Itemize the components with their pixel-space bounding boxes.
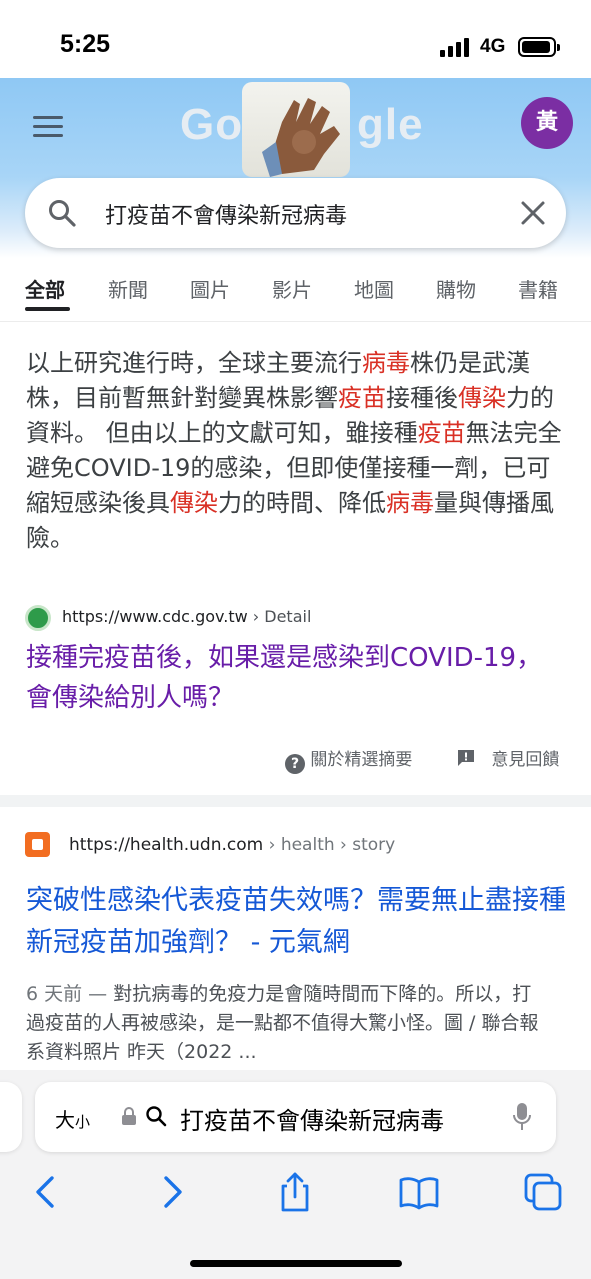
snippet-part: 接種後 [386, 384, 458, 412]
network-type: 4G [480, 36, 506, 57]
account-avatar[interactable]: 黃 [521, 97, 573, 149]
source-url: https://www.cdc.gov.tw [62, 607, 248, 626]
share-icon[interactable] [273, 1170, 317, 1214]
snippet-highlight: 病毒 [386, 489, 434, 517]
udn-favicon-icon [25, 832, 50, 857]
search-box[interactable]: 打疫苗不會傳染新冠病毒 [25, 178, 566, 248]
bookmarks-icon[interactable] [397, 1170, 441, 1214]
tab-videos[interactable]: 影片 [272, 274, 312, 303]
snippet-part: 力的時間、降低 [218, 489, 386, 517]
tab-images[interactable]: 圖片 [190, 274, 230, 303]
tab-all[interactable]: 全部 [25, 274, 65, 303]
feedback-label: 意見回饋 [491, 750, 560, 770]
cdc-favicon-icon [25, 605, 51, 631]
result-url: https://health.udn.com [69, 835, 264, 855]
status-time: 5:25 [60, 30, 111, 58]
search-icon [146, 1106, 167, 1127]
result-title-link[interactable]: 突破性感染代表疫苗失效嗎？需要無止盡接種新冠疫苗加強劑？ - 元氣網 [26, 880, 571, 964]
forward-icon[interactable] [150, 1170, 194, 1214]
address-text[interactable]: 打疫苗不會傳染新冠病毒 [180, 1101, 444, 1136]
active-tab-indicator [25, 307, 70, 311]
source-breadcrumb: › Detail [247, 607, 312, 626]
snippet-highlight: 疫苗 [417, 419, 466, 447]
aa-small: 小 [75, 1113, 91, 1131]
clear-icon[interactable] [518, 198, 548, 228]
result-date: 6 天前 — [26, 983, 114, 1005]
snippet-highlight: 病毒 [362, 349, 410, 377]
help-icon: ? [285, 754, 305, 774]
previous-tab-stub[interactable] [0, 1082, 22, 1152]
snippet-part: 以上研究進行時，全球主要流行 [26, 349, 362, 377]
menu-icon[interactable] [33, 116, 63, 138]
feedback-button[interactable]: 意見回饋 [456, 745, 559, 771]
tabs-icon[interactable] [521, 1170, 565, 1214]
section-divider [0, 795, 591, 807]
status-bar: 5:25 4G [0, 0, 591, 78]
aa-big: 大 [55, 1108, 75, 1132]
battery-icon [518, 37, 560, 57]
doodle-letters-right: gle [357, 100, 424, 149]
snippet-highlight: 疫苗 [338, 384, 386, 412]
result-description: 6 天前 — 對抗病毒的免疫力是會隨時間而下降的。所以，打過疫苗的人再被感染，是… [26, 980, 546, 1067]
doodle-letters-left: Go [180, 100, 244, 149]
home-indicator[interactable] [190, 1260, 402, 1267]
tab-news[interactable]: 新聞 [108, 274, 148, 303]
doodle-image [242, 82, 350, 177]
tab-shopping[interactable]: 購物 [436, 274, 476, 303]
back-icon[interactable] [24, 1170, 68, 1214]
about-snippet-label: 關於精選摘要 [310, 750, 413, 770]
snippet-result-title-link[interactable]: 接種完疫苗後，如果還是感染到COVID-19，會傳染給別人嗎？ [26, 638, 566, 718]
about-snippet-button[interactable]: ? 關於精選摘要 [285, 745, 413, 774]
google-doodle[interactable]: Go gle [175, 82, 425, 177]
tab-maps[interactable]: 地圖 [354, 274, 394, 303]
snippet-highlight: 傳染 [170, 489, 218, 517]
result-breadcrumb: › health › story [263, 835, 396, 855]
snippet-highlight: 傳染 [458, 384, 506, 412]
lock-icon [122, 1107, 136, 1125]
featured-snippet-text: 以上研究進行時，全球主要流行病毒株仍是武漢株，目前暫無針對變異株影響疫苗接種後傳… [26, 346, 571, 556]
address-bar[interactable]: 大小 打疫苗不會傳染新冠病毒 [35, 1082, 556, 1152]
page-settings-button[interactable]: 大小 [55, 1104, 90, 1133]
feedback-icon [458, 750, 474, 766]
search-icon[interactable] [47, 198, 77, 228]
search-tabs: 全部 新聞 圖片 影片 地圖 購物 書籍 [0, 262, 591, 322]
microphone-icon[interactable] [512, 1101, 532, 1133]
tab-books[interactable]: 書籍 [518, 274, 558, 303]
cellular-signal-icon [440, 37, 472, 57]
search-input[interactable]: 打疫苗不會傳染新冠病毒 [105, 198, 347, 230]
